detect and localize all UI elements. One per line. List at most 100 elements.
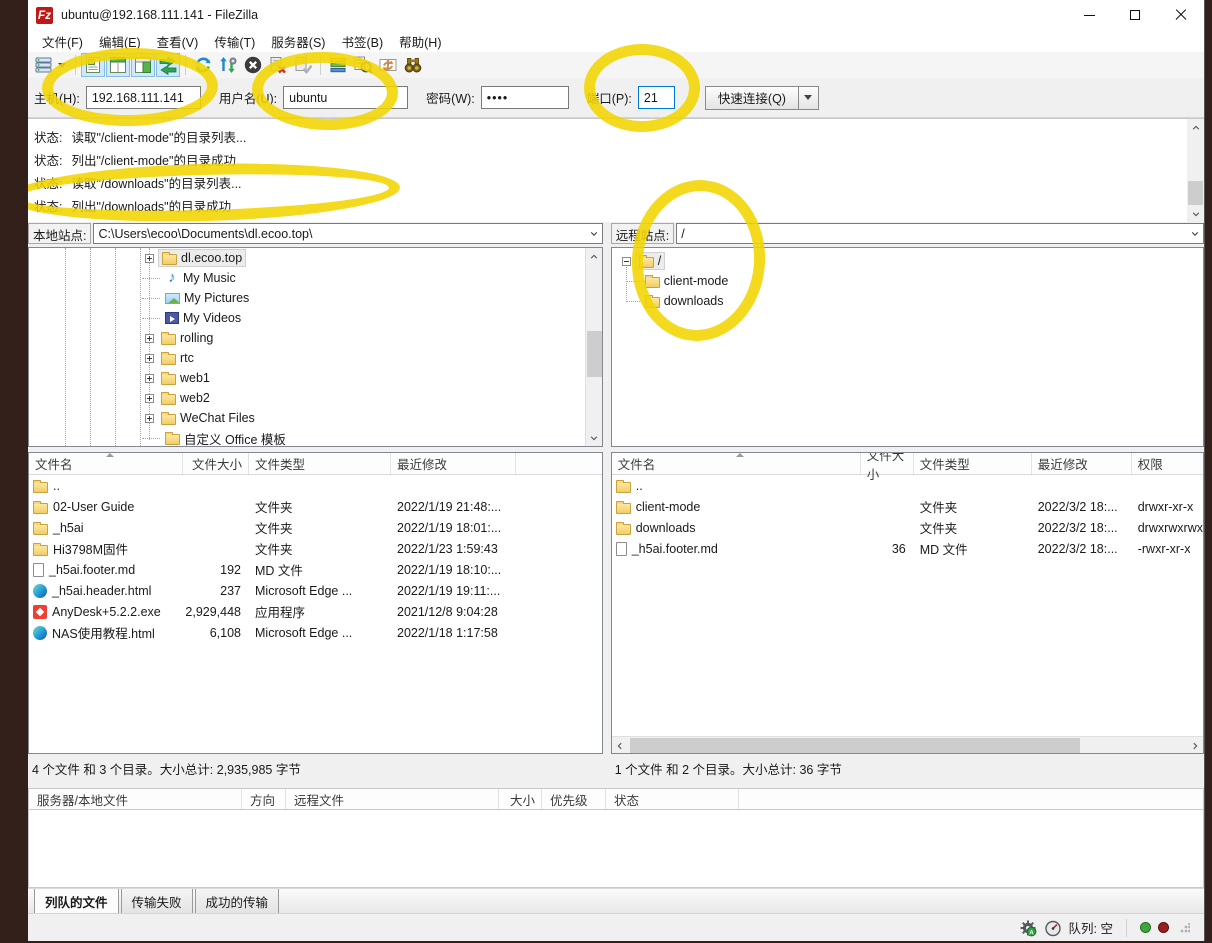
- collapse-minus-icon[interactable]: [622, 257, 631, 266]
- process-queue-button[interactable]: [216, 53, 240, 77]
- host-input[interactable]: 192.168.111.141: [86, 86, 201, 109]
- tree-item[interactable]: client-mode: [612, 271, 1203, 291]
- queue-header-size[interactable]: 大小: [499, 789, 542, 809]
- find-files-button[interactable]: [401, 53, 425, 77]
- log-scrollbar-thumb[interactable]: [1188, 181, 1203, 205]
- column-header-filesize[interactable]: 文件大小: [183, 453, 249, 474]
- username-input[interactable]: ubuntu: [283, 86, 408, 109]
- column-header-filename[interactable]: 文件名: [29, 453, 183, 474]
- file-row[interactable]: _h5ai.footer.md 192MD 文件2022/1/19 18:10:…: [29, 559, 602, 580]
- queue-header-direction[interactable]: 方向: [242, 789, 286, 809]
- remote-hscrollbar-thumb[interactable]: [630, 738, 1080, 753]
- toggle-remote-tree-button[interactable]: [131, 53, 155, 77]
- cancel-operation-button[interactable]: [241, 53, 265, 77]
- scroll-up-arrow[interactable]: [1187, 119, 1204, 136]
- expand-plus-icon[interactable]: [145, 374, 154, 383]
- port-input[interactable]: 21: [638, 86, 675, 109]
- tree-item[interactable]: dl.ecoo.top: [29, 248, 602, 268]
- file-row[interactable]: ..: [29, 475, 602, 496]
- file-row[interactable]: downloads 文件夹2022/3/2 18:...drwxrwxrwx: [612, 517, 1203, 538]
- tree-item[interactable]: web1: [29, 368, 602, 388]
- directory-compare-button[interactable]: [351, 53, 375, 77]
- toggle-transfer-queue-button[interactable]: [156, 53, 180, 77]
- remote-path-combobox[interactable]: /: [676, 223, 1204, 244]
- synchronized-browsing-button[interactable]: [376, 53, 400, 77]
- menu-server[interactable]: 服务器(S): [263, 30, 333, 53]
- filter-button[interactable]: [326, 53, 350, 77]
- file-row[interactable]: _h5ai.footer.md 36MD 文件2022/3/2 18:...-r…: [612, 538, 1203, 559]
- scroll-right-arrow[interactable]: [1186, 737, 1203, 754]
- menu-edit[interactable]: 编辑(E): [91, 30, 149, 53]
- menu-view[interactable]: 查看(V): [149, 30, 207, 53]
- quickconnect-dropdown[interactable]: [799, 86, 819, 110]
- tree-item[interactable]: web2: [29, 388, 602, 408]
- speed-limits-icon[interactable]: [1044, 919, 1062, 937]
- menu-transfer[interactable]: 传输(T): [206, 30, 263, 53]
- file-row[interactable]: Hi3798M固件 文件夹2022/1/23 1:59:43: [29, 538, 602, 559]
- local-tree-scrollbar-thumb[interactable]: [587, 331, 602, 377]
- tree-item[interactable]: ♪My Music: [29, 268, 602, 288]
- scroll-up-arrow[interactable]: [586, 248, 603, 265]
- maximize-button[interactable]: [1112, 0, 1158, 30]
- tree-item[interactable]: WeChat Files: [29, 408, 602, 428]
- disconnect-button[interactable]: [266, 53, 290, 77]
- tree-item[interactable]: My Videos: [29, 308, 602, 328]
- tree-item[interactable]: 自定义 Office 模板: [29, 428, 602, 447]
- reconnect-button[interactable]: [291, 53, 315, 77]
- tab-queued-files[interactable]: 列队的文件: [34, 889, 119, 916]
- scroll-left-arrow[interactable]: [612, 737, 629, 754]
- log-scrollbar[interactable]: [1187, 119, 1204, 222]
- local-path-combobox[interactable]: C:\Users\ecoo\Documents\dl.ecoo.top\: [93, 223, 602, 244]
- queue-processing-gear-icon[interactable]: A: [1019, 919, 1037, 937]
- expand-plus-icon[interactable]: [145, 394, 154, 403]
- expand-plus-icon[interactable]: [145, 354, 154, 363]
- site-manager-button[interactable]: [32, 53, 56, 77]
- refresh-button[interactable]: [191, 53, 215, 77]
- expand-plus-icon[interactable]: [145, 414, 154, 423]
- toggle-local-tree-button[interactable]: [106, 53, 130, 77]
- column-header-modified[interactable]: 最近修改: [1032, 453, 1132, 474]
- file-row[interactable]: _h5ai 文件夹2022/1/19 18:01:...: [29, 517, 602, 538]
- site-manager-dropdown-icon[interactable]: [58, 63, 66, 68]
- menu-bookmarks[interactable]: 书签(B): [333, 30, 391, 53]
- close-button[interactable]: [1158, 0, 1204, 30]
- file-row[interactable]: _h5ai.header.html 237Microsoft Edge ...2…: [29, 580, 602, 601]
- queue-header-server-local[interactable]: 服务器/本地文件: [29, 789, 242, 809]
- tab-successful-transfers[interactable]: 成功的传输: [195, 889, 280, 916]
- tree-item[interactable]: /: [612, 251, 1203, 271]
- column-header-permissions[interactable]: 权限: [1132, 453, 1203, 474]
- column-header-filesize[interactable]: 文件大小: [861, 453, 914, 474]
- column-header-modified[interactable]: 最近修改: [391, 453, 516, 474]
- column-header-filetype[interactable]: 文件类型: [914, 453, 1032, 474]
- file-row[interactable]: NAS使用教程.html 6,108Microsoft Edge ...2022…: [29, 622, 602, 643]
- chevron-down-icon[interactable]: [1191, 230, 1199, 238]
- menu-help[interactable]: 帮助(H): [391, 30, 449, 53]
- tree-item[interactable]: downloads: [612, 291, 1203, 311]
- expand-plus-icon[interactable]: [145, 254, 154, 263]
- tree-item[interactable]: rolling: [29, 328, 602, 348]
- scroll-down-arrow[interactable]: [586, 429, 603, 446]
- toggle-log-view-button[interactable]: [81, 53, 105, 77]
- queue-header-status[interactable]: 状态: [606, 789, 739, 809]
- scroll-down-arrow[interactable]: [1187, 205, 1204, 222]
- tree-item[interactable]: rtc: [29, 348, 602, 368]
- quickconnect-button[interactable]: 快速连接(Q): [705, 86, 799, 110]
- file-row[interactable]: AnyDesk+5.2.2.exe 2,929,448应用程序2021/12/8…: [29, 601, 602, 622]
- expand-plus-icon[interactable]: [145, 334, 154, 343]
- chevron-down-icon[interactable]: [590, 230, 598, 238]
- local-tree-scrollbar[interactable]: [585, 248, 602, 446]
- column-header-filetype[interactable]: 文件类型: [249, 453, 391, 474]
- queue-header-priority[interactable]: 优先级: [542, 789, 606, 809]
- remote-horizontal-scrollbar[interactable]: [612, 736, 1203, 753]
- menu-file[interactable]: 文件(F): [34, 30, 91, 53]
- file-row[interactable]: 02-User Guide 文件夹2022/1/19 21:48:...: [29, 496, 602, 517]
- file-row[interactable]: client-mode 文件夹2022/3/2 18:...drwxr-xr-x: [612, 496, 1203, 517]
- queue-header-remote-file[interactable]: 远程文件: [286, 789, 499, 809]
- file-row[interactable]: ..: [612, 475, 1203, 496]
- tab-failed-transfers[interactable]: 传输失败: [121, 889, 193, 916]
- tree-item[interactable]: My Pictures: [29, 288, 602, 308]
- minimize-button[interactable]: [1066, 0, 1112, 30]
- resize-grip-icon[interactable]: [1180, 923, 1190, 933]
- column-header-filename[interactable]: 文件名: [612, 453, 861, 474]
- password-input[interactable]: ••••: [481, 86, 569, 109]
